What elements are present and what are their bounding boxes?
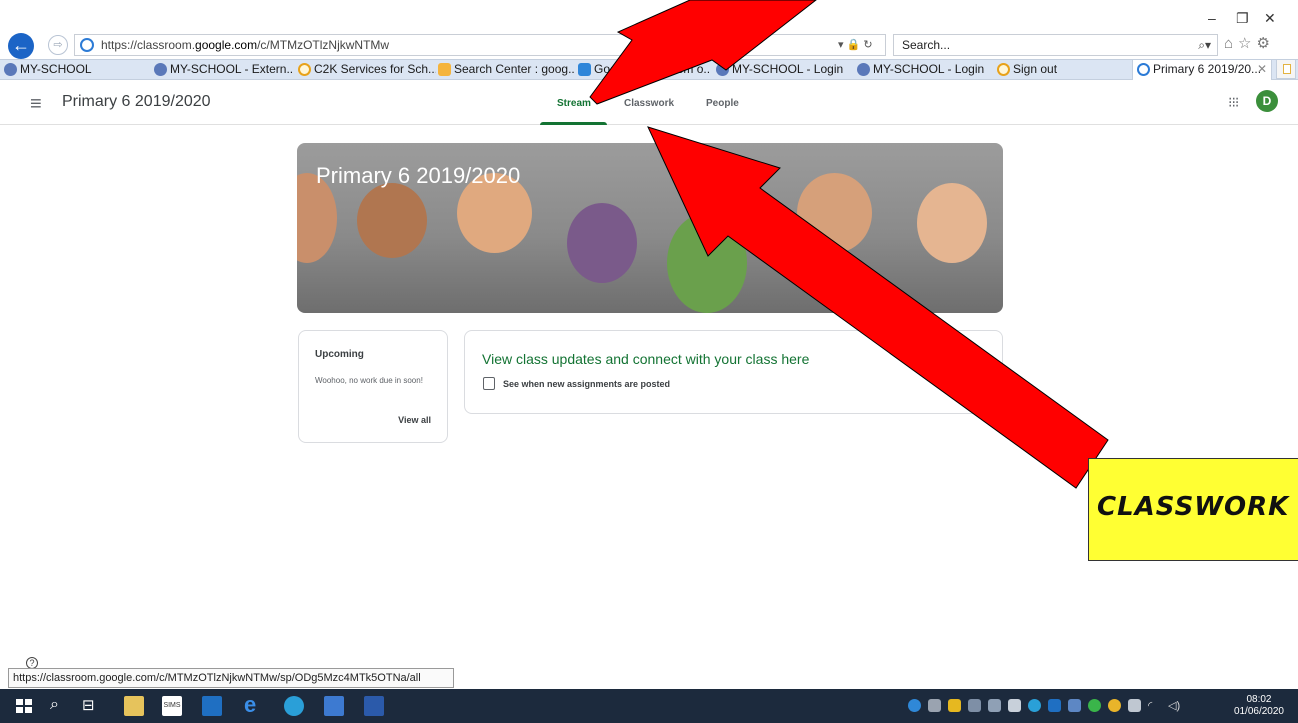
ie-tab-icon <box>1137 63 1150 76</box>
internet-explorer-icon[interactable]: e <box>244 694 264 716</box>
tab-label: Primary 6 2019/20... <box>1153 62 1262 76</box>
address-tools-icons[interactable]: ▾ 🔒 ↻ <box>838 38 873 51</box>
hamburger-menu-icon[interactable]: ≡ <box>30 93 42 116</box>
file-explorer-icon[interactable] <box>124 696 144 716</box>
search-icon[interactable]: ⌕ <box>50 696 70 716</box>
classwork-callout: CLASSWORK <box>1088 458 1298 561</box>
address-bar[interactable]: https://classroom.google.com/c/MTMzOTlzN… <box>74 34 886 56</box>
upcoming-title: Upcoming <box>315 349 364 360</box>
url-path: /c/MTMzOTlzNjkwNTMw <box>257 38 390 52</box>
sims-icon[interactable]: SIMS <box>162 696 182 716</box>
favorite-item[interactable]: Google Classroom o... <box>576 60 710 80</box>
network-tray-icon[interactable] <box>928 699 941 712</box>
task-view-icon[interactable]: ⊟ <box>82 696 102 716</box>
banner-illustration <box>667 213 747 313</box>
avatar[interactable]: D <box>1256 90 1278 112</box>
browser-search-input[interactable]: Search... ⌕▾ <box>893 34 1218 56</box>
class-banner: Primary 6 2019/2020 <box>297 143 1003 313</box>
assignment-icon <box>483 377 495 390</box>
info-tray-icon[interactable] <box>908 699 921 712</box>
view-all-link[interactable]: View all <box>398 415 431 425</box>
tab-stream[interactable]: Stream <box>557 98 591 109</box>
ie-icon <box>997 63 1010 76</box>
close-tab-icon[interactable]: ✕ <box>1257 60 1267 79</box>
ie-icon <box>298 63 311 76</box>
google-apps-icon[interactable]: ⁝⁝⁝ <box>1228 94 1239 111</box>
outlook-icon[interactable] <box>202 696 222 716</box>
url-host: google.com <box>195 38 258 52</box>
mail-tray-icon[interactable] <box>1008 699 1021 712</box>
volume-tray-icon[interactable]: ◁) <box>1168 699 1181 712</box>
school-icon <box>716 63 729 76</box>
tab-people[interactable]: People <box>706 98 739 109</box>
banner-title: Primary 6 2019/2020 <box>316 163 521 188</box>
tab-classwork[interactable]: Classwork <box>624 98 674 109</box>
classroom-header: ≡ Primary 6 2019/2020 Stream Classwork P… <box>0 81 1298 125</box>
school-icon <box>154 63 167 76</box>
home-favorites-settings-icons[interactable]: ⌂☆⚙ <box>1224 34 1275 52</box>
monitor-tray-icon[interactable] <box>1068 699 1081 712</box>
clock-date: 01/06/2020 <box>1233 706 1284 717</box>
skype-icon[interactable] <box>284 696 304 716</box>
taskbar-clock[interactable]: 08:02 01/06/2020 <box>1234 694 1284 718</box>
search-center-icon <box>438 63 451 76</box>
stream-card-title: View class updates and connect with your… <box>482 351 810 367</box>
outlook-tray-icon[interactable] <box>1048 699 1061 712</box>
favorite-item[interactable]: Search Center : goog... <box>436 60 574 80</box>
back-arrow-icon[interactable]: ← <box>8 33 34 59</box>
favorites-bar: MY-SCHOOL MY-SCHOOL - Extern... C2K Serv… <box>0 59 1298 80</box>
new-tab-icon <box>1283 64 1291 74</box>
search-icon[interactable]: ⌕▾ <box>1198 35 1211 55</box>
search-placeholder: Search... <box>902 38 951 52</box>
close-window-button[interactable]: ✕ <box>1264 10 1276 30</box>
active-tab-indicator <box>540 122 607 125</box>
app-tray-icon[interactable] <box>988 699 1001 712</box>
minimize-button[interactable]: – <box>1208 10 1216 30</box>
url-prefix: https://classroom. <box>101 38 196 52</box>
folder-app-icon[interactable] <box>324 696 344 716</box>
updates-tray-icon[interactable] <box>1108 699 1121 712</box>
favorite-item[interactable]: MY-SCHOOL - Extern... <box>152 60 294 80</box>
favorite-item[interactable]: C2K Services for Sch... <box>296 60 436 80</box>
browser-tab-active[interactable]: Primary 6 2019/20... ✕ <box>1132 60 1272 80</box>
clock-time: 08:02 <box>1246 694 1272 705</box>
word-icon[interactable] <box>364 696 384 716</box>
printer-tray-icon[interactable] <box>968 699 981 712</box>
banner-illustration <box>567 203 637 283</box>
banner-illustration <box>797 173 872 253</box>
upcoming-card: Upcoming Woohoo, no work due in soon! Vi… <box>298 330 448 443</box>
banner-illustration <box>917 183 987 263</box>
forward-arrow-icon[interactable]: ⇨ <box>48 35 68 55</box>
favorite-item[interactable]: MY-SCHOOL - Login <box>714 60 850 80</box>
callout-text: CLASSWORK <box>1097 492 1290 522</box>
restore-button[interactable]: ❐ <box>1236 10 1249 30</box>
shield-tray-icon[interactable] <box>948 699 961 712</box>
favorite-item[interactable]: MY-SCHOOL <box>2 60 142 80</box>
sync-tray-icon[interactable] <box>1088 699 1101 712</box>
status-url-tooltip: https://classroom.google.com/c/MTMzOTlzN… <box>8 668 454 688</box>
skype-tray-icon[interactable] <box>1028 699 1041 712</box>
wifi-tray-icon[interactable]: ◜ <box>1148 699 1161 712</box>
favorite-item[interactable]: MY-SCHOOL - Login <box>855 60 991 80</box>
school-icon <box>4 63 17 76</box>
windows-taskbar: ⌕ ⊟ SIMS e ◜ ◁) 08:02 01/06/2020 <box>0 689 1298 723</box>
new-tab-button[interactable] <box>1276 59 1296 79</box>
address-bar-row: ← ⇨ https://classroom.google.com/c/MTMzO… <box>0 32 1298 59</box>
ie-page-icon <box>80 38 94 52</box>
battery-tray-icon[interactable] <box>1128 699 1141 712</box>
favorite-item[interactable]: Sign out <box>995 60 1085 80</box>
stream-card-subtitle: See when new assignments are posted <box>503 379 671 389</box>
windows-start-icon[interactable] <box>14 696 34 716</box>
app-store-icon <box>578 63 591 76</box>
stream-welcome-card: View class updates and connect with your… <box>464 330 1003 414</box>
upcoming-text: Woohoo, no work due in soon! <box>315 376 423 385</box>
banner-illustration <box>357 183 427 258</box>
school-icon <box>857 63 870 76</box>
class-title[interactable]: Primary 6 2019/2020 <box>62 93 211 111</box>
